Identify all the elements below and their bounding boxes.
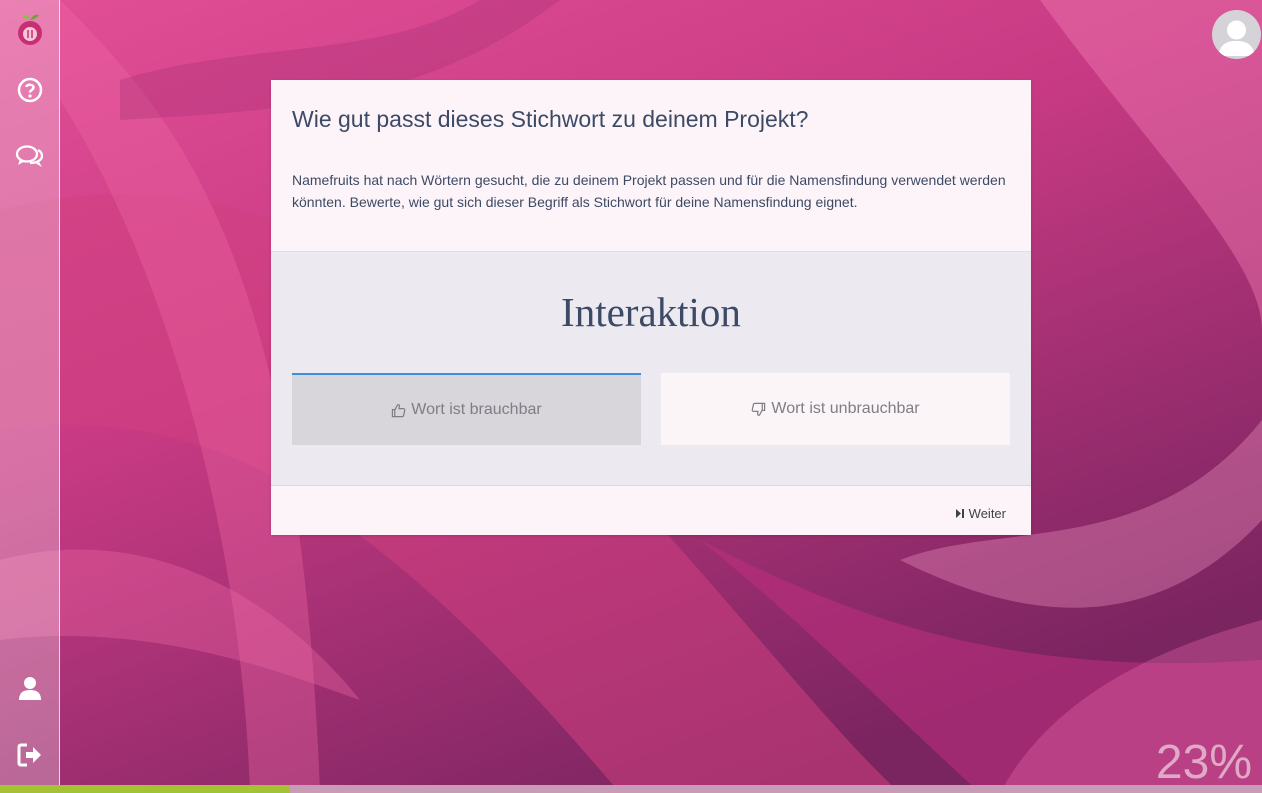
thumbs-down-icon — [752, 402, 766, 416]
next-button-label: Weiter — [968, 506, 1006, 521]
skip-forward-icon — [955, 509, 964, 518]
help-icon[interactable] — [14, 74, 46, 106]
useless-button-label: Wort ist unbrauchbar — [771, 400, 920, 417]
card-title: Wie gut passt dieses Stichwort zu deinem… — [292, 106, 809, 132]
useful-button[interactable]: Wort ist brauchbar — [292, 373, 641, 445]
thumbs-up-icon — [392, 403, 406, 417]
user-icon[interactable] — [14, 672, 46, 704]
progress-percent: 23% — [1155, 736, 1252, 789]
card-footer: Weiter — [271, 486, 1031, 535]
rating-card: Wie gut passt dieses Stichwort zu deinem… — [271, 80, 1031, 535]
profile-avatar[interactable] — [1212, 10, 1261, 59]
sidebar — [0, 0, 60, 785]
keyword-panel: Interaktion Wort ist brauchbar Wort ist … — [271, 251, 1031, 486]
progress-bar-fill — [0, 785, 291, 793]
progress-bar — [0, 785, 1262, 793]
card-description: Namefruits hat nach Wörtern gesucht, die… — [292, 172, 1006, 210]
next-button[interactable]: Weiter — [955, 506, 1006, 521]
logo-fruit-icon[interactable] — [14, 14, 46, 46]
useful-button-label: Wort ist brauchbar — [411, 401, 542, 418]
keyword: Interaktion — [561, 289, 741, 335]
useless-button[interactable]: Wort ist unbrauchbar — [661, 373, 1010, 445]
avatar-person-icon — [1218, 20, 1255, 56]
card-header: Wie gut passt dieses Stichwort zu deinem… — [271, 80, 1031, 251]
chat-icon[interactable] — [14, 141, 46, 173]
logout-icon[interactable] — [14, 739, 46, 771]
